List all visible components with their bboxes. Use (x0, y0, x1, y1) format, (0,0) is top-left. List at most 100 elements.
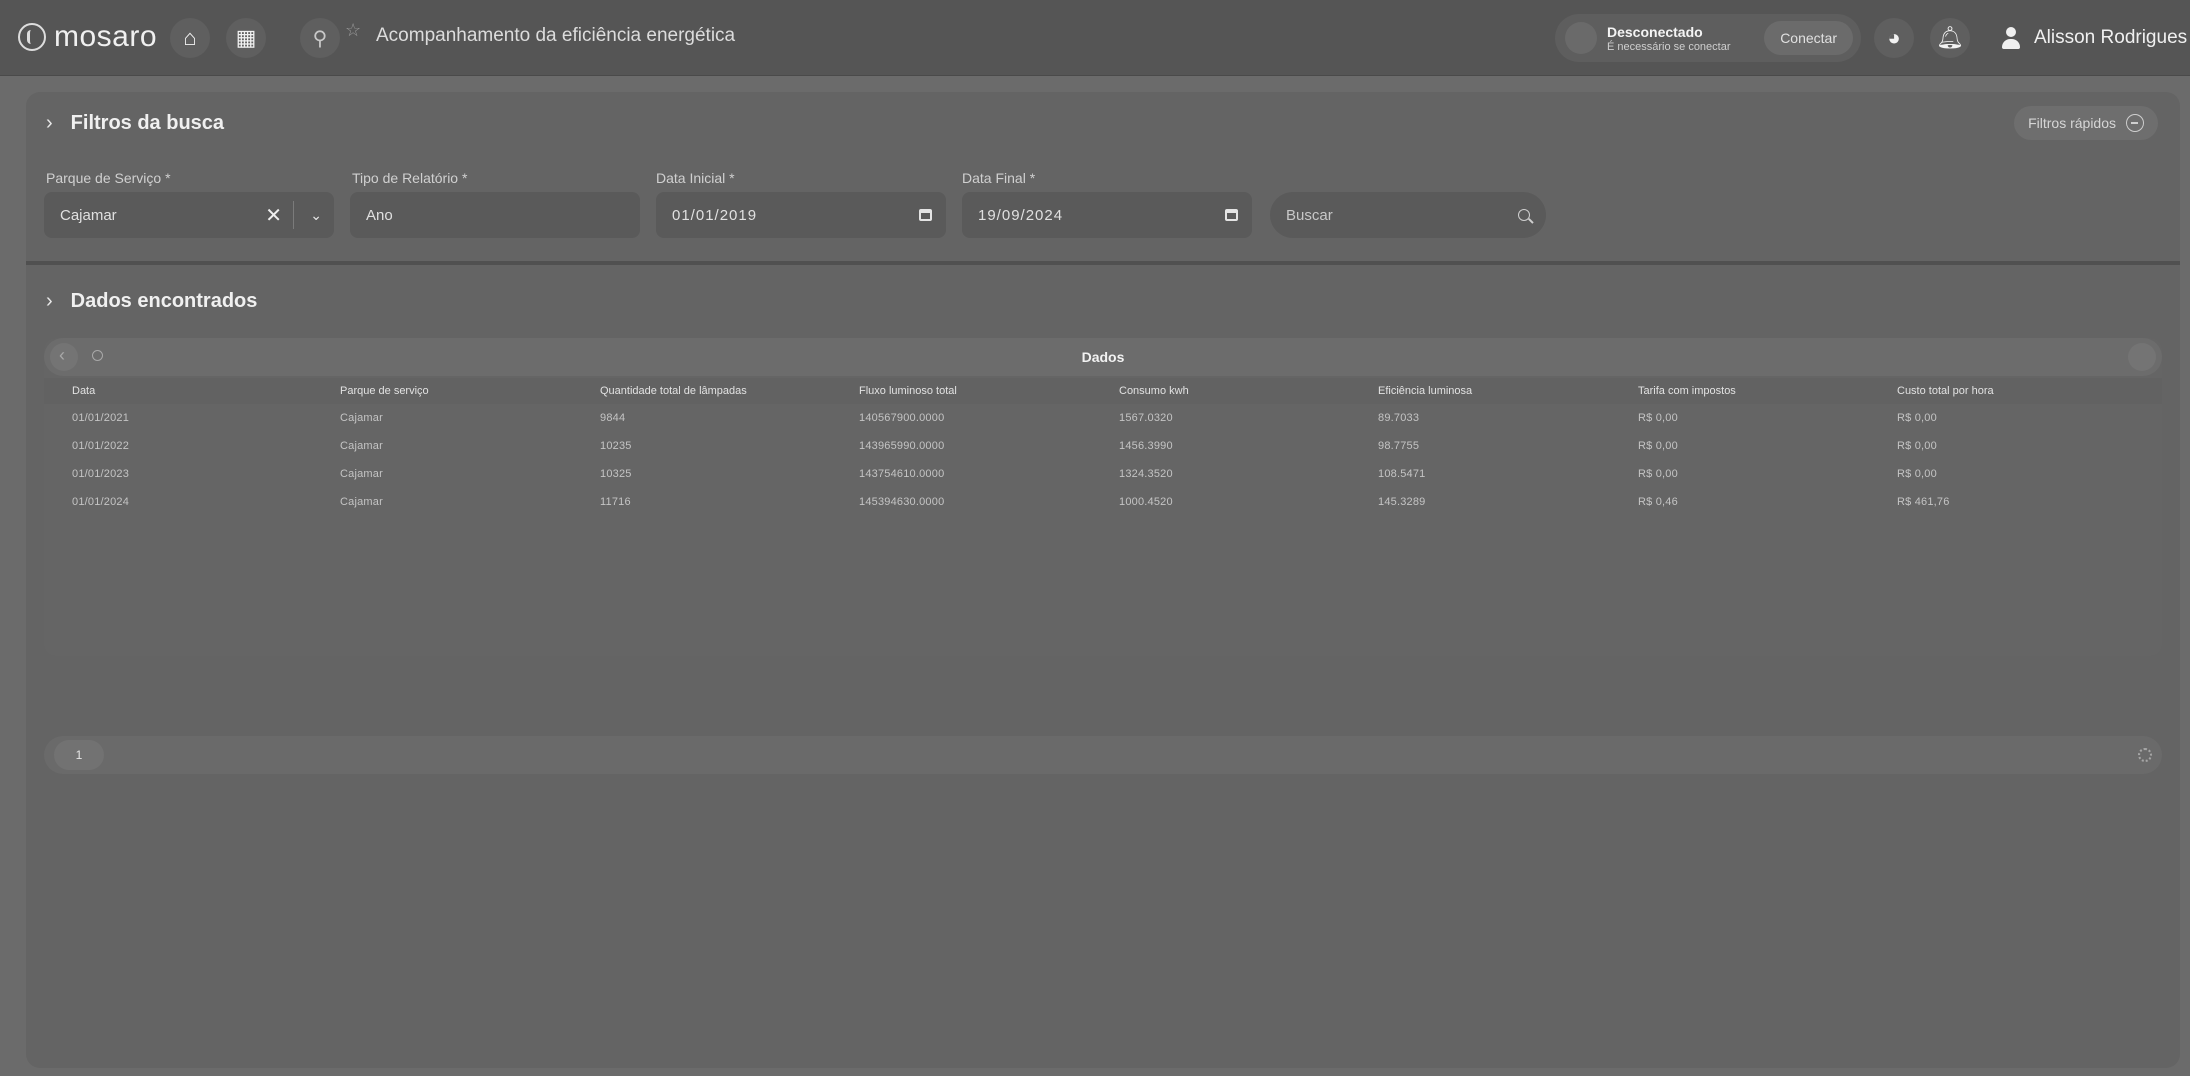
theme-button[interactable]: ◕ (1874, 18, 1914, 58)
section-divider (26, 261, 2180, 265)
calendar-icon[interactable] (919, 209, 932, 221)
table-row[interactable]: 01/01/2021 Cajamar 9844 140567900.0000 1… (44, 404, 2162, 432)
table-cell: 143965990.0000 (859, 440, 945, 452)
table-toolbar: Dados (44, 338, 2162, 376)
table-cell: R$ 0,00 (1897, 468, 1937, 480)
table-cell: 1324.3520 (1119, 468, 1173, 480)
data-inicial-field[interactable]: 01/01/2019 (656, 192, 946, 238)
connection-indicator-icon (1565, 22, 1597, 54)
user-name: Alisson Rodrigues (2034, 27, 2188, 48)
table-cell: 98.7755 (1378, 440, 1420, 452)
table-cell: Cajamar (340, 496, 383, 508)
select-divider (293, 201, 294, 229)
table-cell: 1456.3990 (1119, 440, 1173, 452)
chevron-right-icon: › (46, 112, 53, 134)
connection-text: Desconectado É necessário se conectar (1607, 24, 1731, 53)
results-header[interactable]: › Dados encontrados (46, 290, 257, 313)
filters-title: Filtros da busca (70, 112, 225, 134)
settings-icon[interactable] (2128, 343, 2156, 371)
user-icon (2000, 27, 2022, 49)
table-pagination: 1 (44, 736, 2162, 774)
connection-hint: É necessário se conectar (1607, 40, 1731, 53)
parque-select[interactable]: Cajamar ✕ ⌄ (44, 192, 334, 238)
apps-grid-icon: ▦ (235, 25, 257, 50)
chevron-down-icon[interactable]: ⌄ (310, 207, 322, 224)
table-cell: R$ 0,46 (1638, 496, 1678, 508)
top-bar: mosaro ⌂ ▦ ⚲ ☆ Acompanhamento da eficiên… (0, 0, 2190, 76)
table-cell: Cajamar (340, 468, 383, 480)
search-placeholder: Buscar (1286, 206, 1333, 224)
column-header[interactable]: Quantidade total de lâmpadas (600, 385, 747, 397)
table-cell: 108.5471 (1378, 468, 1426, 480)
main-panel: › Filtros da busca Filtros rápidos Parqu… (26, 92, 2180, 1068)
table-cell: 145394630.0000 (859, 496, 945, 508)
table-cell: R$ 0,00 (1638, 468, 1678, 480)
calendar-icon[interactable] (1225, 209, 1238, 221)
table-cell: R$ 0,00 (1638, 440, 1678, 452)
table-cell: 143754610.0000 (859, 468, 945, 480)
results-title: Dados encontrados (70, 290, 258, 312)
notifications-button[interactable]: 🔔︎ (1930, 18, 1970, 58)
table-cell: R$ 0,00 (1897, 412, 1937, 424)
home-button[interactable]: ⌂ (170, 18, 210, 58)
column-header[interactable]: Custo total por hora (1897, 385, 1994, 397)
table-cell: 01/01/2022 (72, 440, 130, 452)
data-inicial-value: 01/01/2019 (672, 206, 758, 224)
connect-button[interactable]: Conectar (1764, 21, 1853, 55)
table-cell: 89.7033 (1378, 412, 1420, 424)
table-cell: 1000.4520 (1119, 496, 1173, 508)
page-number[interactable]: 1 (54, 740, 104, 770)
home-icon: ⌂ (183, 25, 197, 50)
table-cell: 1567.0320 (1119, 412, 1173, 424)
parque-label: Parque de Serviço * (46, 170, 171, 186)
table-title: Dados (1081, 349, 1125, 365)
table-row[interactable]: 01/01/2024 Cajamar 11716 145394630.0000 … (44, 488, 2162, 516)
close-icon[interactable]: ✕ (265, 203, 282, 228)
tipo-select[interactable]: Ano (350, 192, 640, 238)
tipo-value: Ano (366, 206, 393, 224)
table-header: Data Parque de serviço Quantidade total … (44, 378, 2162, 404)
column-header[interactable]: Parque de serviço (340, 385, 429, 397)
plug-icon: ⚲ (312, 27, 328, 50)
filters-header[interactable]: › Filtros da busca (46, 112, 224, 135)
table-cell: Cajamar (340, 412, 383, 424)
tipo-label: Tipo de Relatório * (352, 170, 468, 186)
column-header[interactable]: Consumo kwh (1119, 385, 1189, 397)
column-header[interactable]: Eficiência luminosa (1378, 385, 1472, 397)
table-cell: R$ 0,00 (1638, 412, 1678, 424)
connection-status: Desconectado (1607, 23, 1703, 40)
apps-button[interactable]: ▦ (226, 18, 266, 58)
table-cell: R$ 0,00 (1897, 440, 1937, 452)
module-button[interactable]: ⚲ (300, 18, 340, 58)
column-header[interactable]: Data (72, 385, 95, 397)
table-cell: 01/01/2021 (72, 412, 130, 424)
table-cell: 01/01/2023 (72, 468, 130, 480)
column-header[interactable]: Tarifa com impostos (1638, 385, 1736, 397)
table-row[interactable]: 01/01/2023 Cajamar 10325 143754610.0000 … (44, 460, 2162, 488)
user-menu[interactable]: Alisson Rodrigues (2000, 18, 2187, 58)
bell-icon: 🔔︎ (1936, 25, 1964, 50)
table-cell: R$ 461,76 (1897, 496, 1950, 508)
data-inicial-label: Data Inicial * (656, 170, 735, 186)
data-final-label: Data Final * (962, 170, 1036, 186)
star-icon[interactable]: ☆ (345, 20, 361, 41)
page-title: Acompanhamento da eficiência energética (376, 25, 736, 46)
data-table: Dados Data Parque de serviço Quantidade … (44, 338, 2162, 656)
brand-logo[interactable]: mosaro (18, 20, 157, 54)
data-final-field[interactable]: 19/09/2024 (962, 192, 1252, 238)
table-cell: 140567900.0000 (859, 412, 945, 424)
filter-icon (2126, 114, 2144, 132)
search-icon (1518, 209, 1530, 221)
table-row[interactable]: 01/01/2022 Cajamar 10235 143965990.0000 … (44, 432, 2162, 460)
search-input[interactable]: Buscar (1270, 192, 1546, 238)
table-cell: 9844 (600, 412, 626, 424)
settings-icon[interactable] (2138, 748, 2152, 762)
table-cell: 01/01/2024 (72, 496, 130, 508)
quick-filters-label: Filtros rápidos (2028, 115, 2116, 131)
connection-status-box: Desconectado É necessário se conectar Co… (1555, 14, 1861, 62)
table-cell: Cajamar (340, 440, 383, 452)
quick-filters-button[interactable]: Filtros rápidos (2014, 106, 2158, 140)
data-final-value: 19/09/2024 (978, 206, 1064, 224)
table-cell: 11716 (600, 496, 631, 508)
column-header[interactable]: Fluxo luminoso total (859, 385, 957, 397)
